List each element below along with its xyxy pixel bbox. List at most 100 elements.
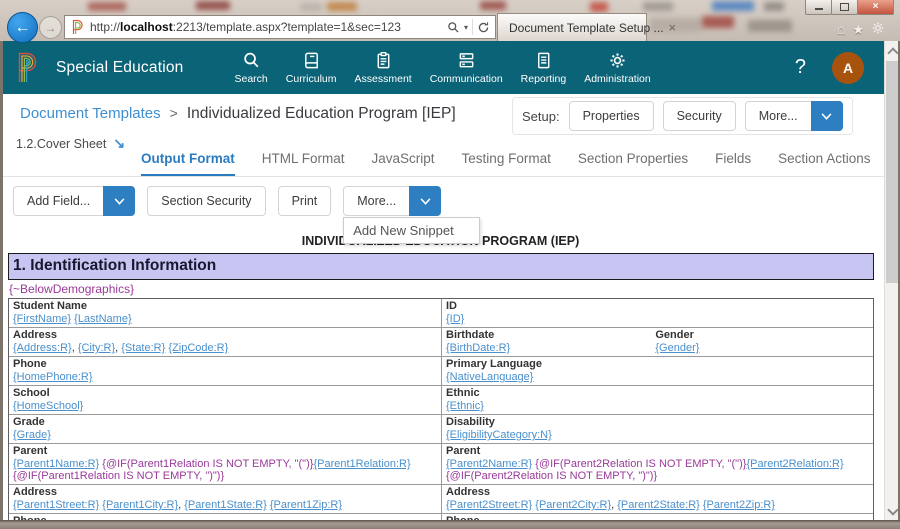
nav-item-assessment[interactable]: Assessment [346,51,421,85]
autocomplete-caret-icon[interactable]: ▾ [464,23,468,32]
field-label: Parent [446,445,869,458]
field-token-link[interactable]: {HomeSchool} [13,400,83,412]
add-field-button[interactable]: Add Field... [13,186,103,216]
search-icon[interactable] [447,21,460,34]
template-field: School{HomeSchool} [13,387,437,412]
table-row: Student Name{FirstName} {LastName}ID{ID} [9,299,873,327]
field-label: Grade [13,416,437,429]
back-button[interactable]: ← [7,12,38,43]
close-icon: × [873,2,879,12]
field-value: {EligibilityCategory:N} [446,429,869,441]
field-token-link[interactable]: {Parent2Street:R} [446,499,532,511]
minimize-button[interactable] [805,0,832,15]
avatar[interactable]: A [832,52,864,84]
tab-section-actions[interactable]: Section Actions [778,151,870,177]
security-button[interactable]: Security [663,101,736,131]
field-token-link[interactable]: {City:R} [78,342,115,354]
field-token-link[interactable]: {Parent1Zip:R} [270,499,342,511]
table-row: Parent {Parent1Name:R} {@IF(Parent1Relati… [9,443,873,484]
field-token-link[interactable]: {State:R} [121,342,165,354]
nav-item-reporting[interactable]: Reporting [512,51,576,85]
field-token-link[interactable]: {Gender} [655,342,699,354]
field-token-link[interactable]: {Parent2Relation:R} [746,458,843,470]
address-bar[interactable]: http://localhost:2213/template.aspx?temp… [64,15,496,39]
template-field: Ethnic{Ethnic} [446,387,869,412]
browser-action-icons: ⌂ ★ [837,21,885,37]
menu-item-add-new-snippet[interactable]: Add New Snippet [343,217,480,244]
field-token-link[interactable]: {EligibilityCategory:N} [446,429,552,441]
field-token-link[interactable]: {Parent2City:R} [535,499,611,511]
properties-button[interactable]: Properties [569,101,654,131]
field-token-link[interactable]: {Parent1State:R} [184,499,267,511]
field-token-link[interactable]: {Address:R} [13,342,72,354]
tab-html-format[interactable]: HTML Format [262,151,345,177]
settings-gear-icon[interactable] [871,21,885,37]
field-token-link[interactable]: {LastName} [74,313,131,325]
scroll-up-icon[interactable] [887,47,898,58]
template-code-text: {@IF(Parent2Relation IS NOT EMPTY, ")")} [446,470,657,482]
add-field-dropdown-button[interactable] [103,186,135,216]
tab-fields[interactable]: Fields [715,151,751,177]
template-snippet-token[interactable]: {~BelowDemographics} [9,282,134,296]
help-icon[interactable]: ? [795,56,806,79]
nav-item-administration[interactable]: Administration [575,51,660,85]
field-token-link[interactable]: {Parent1Name:R} [13,458,99,470]
field-token-link[interactable]: {Parent2Name:R} [446,458,532,470]
tab-output-format[interactable]: Output Format [141,151,235,177]
tab-testing-format[interactable]: Testing Format [462,151,551,177]
nav-item-search[interactable]: Search [225,51,276,85]
field-token-link[interactable]: {Parent2State:R} [617,499,700,511]
field-token-link[interactable]: {ZipCode:R} [168,342,228,354]
setup-more-dropdown-button[interactable] [811,101,843,131]
field-value: {BirthDate:R} [446,342,655,354]
nav-item-communication[interactable]: Communication [421,51,512,85]
field-token-link[interactable]: {NativeLanguage} [446,371,533,383]
page-scrollbar[interactable] [884,41,898,520]
field-token-link[interactable]: {BirthDate:R} [446,342,510,354]
scroll-down-icon[interactable] [887,504,898,515]
field-label: Ethnic [446,387,869,400]
section-security-button[interactable]: Section Security [147,186,265,216]
field-token-link[interactable]: {HomePhone:R} [13,371,93,383]
field-value: {Parent1Name:R} {@IF(Parent1Relation IS … [13,458,437,482]
forward-button[interactable]: → [39,16,62,39]
browser-tab[interactable]: Document Template Setup ... × [497,13,647,41]
tab-close-icon[interactable]: × [669,21,677,34]
field-token-link[interactable]: {Parent2Zip:R} [703,499,775,511]
more-dropdown-button[interactable] [409,186,441,216]
field-token-link[interactable]: {Grade} [13,429,51,441]
field-token-link[interactable]: {Parent1Street:R} [13,499,99,511]
field-token-link[interactable]: {Parent1City:R} [102,499,178,511]
section-name[interactable]: 1.2.Cover Sheet [16,137,106,151]
print-button[interactable]: Print [278,186,332,216]
field-token-link[interactable]: {ID} [446,313,464,325]
template-code-text: {@IF(Parent1Relation IS NOT EMPTY, "(")} [102,458,313,470]
setup-more-button[interactable]: More... [745,101,811,131]
table-cell: Birthdate{BirthDate:R}Gender{Gender} [441,328,873,356]
maximize-button[interactable] [831,0,858,15]
field-token-link[interactable]: {Parent1Relation:R} [313,458,410,470]
field-label: Gender [655,329,864,342]
more-button[interactable]: More... [343,186,409,216]
setup-label: Setup: [522,109,560,124]
field-label: Phone [13,358,437,371]
scrollbar-thumb[interactable] [886,61,898,283]
table-row: School{HomeSchool} Ethnic{Ethnic} [9,385,873,414]
field-token-link[interactable]: {Ethnic} [446,400,484,412]
background-blur-shape [88,2,126,11]
refresh-icon[interactable] [477,21,490,34]
close-button[interactable]: × [857,0,894,15]
field-token-link[interactable]: {FirstName} [13,313,71,325]
breadcrumb-link[interactable]: Document Templates [20,105,161,122]
home-icon[interactable]: ⌂ [837,22,845,36]
template-field: Parent{Parent1Name:R} {@IF(Parent1Relati… [13,445,437,482]
favorites-star-icon[interactable]: ★ [852,23,864,36]
tab-section-properties[interactable]: Section Properties [578,151,688,177]
nav-item-curriculum[interactable]: Curriculum [277,51,346,85]
goto-section-arrow-icon[interactable]: ↘ [113,135,125,152]
field-label: Student Name [13,300,437,313]
url-scheme: http:// [90,20,120,34]
tab-javascript[interactable]: JavaScript [372,151,435,177]
nav-item-label: Reporting [521,73,567,85]
breadcrumb-separator: > [170,105,178,121]
